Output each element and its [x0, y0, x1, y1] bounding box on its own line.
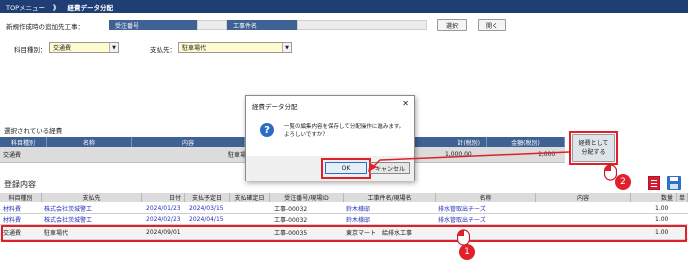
- instruction-arrow: [368, 151, 570, 172]
- step-marker-2: 2: [615, 174, 631, 190]
- step-marker-1: 1: [459, 244, 475, 260]
